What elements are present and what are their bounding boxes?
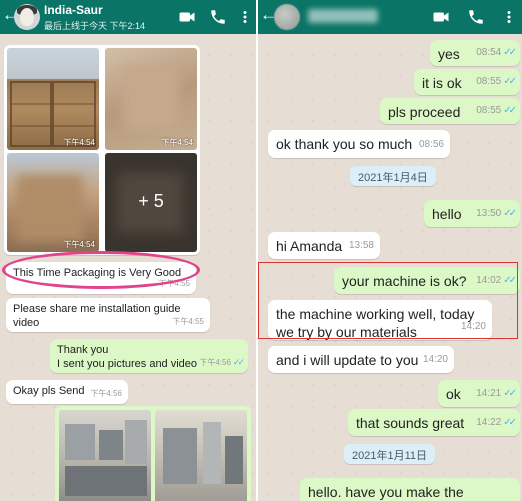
message-time: 13:50 bbox=[476, 208, 502, 219]
message-text: it is ok bbox=[422, 75, 462, 91]
double-check-icon: ✓✓ bbox=[232, 357, 245, 367]
message-time: 14:22 bbox=[476, 417, 502, 428]
message-outgoing[interactable]: yes 08:54 ✓✓ bbox=[430, 40, 520, 66]
highlight-ellipse bbox=[2, 251, 200, 289]
message-time: 08:54 bbox=[476, 47, 502, 58]
photo-time: 下午4:54 bbox=[63, 240, 95, 249]
double-check-icon: ✓✓ bbox=[503, 47, 517, 58]
video-call-icon[interactable] bbox=[432, 8, 450, 26]
message-meta: 08:55 ✓✓ bbox=[476, 102, 517, 120]
message-outgoing[interactable]: pls proceed 08:55 ✓✓ bbox=[380, 98, 520, 124]
photo-album[interactable]: 下午4:54 下午4:54 下午4:54 + 5 bbox=[4, 45, 200, 255]
photo-thumbnail[interactable] bbox=[59, 410, 151, 501]
message-time: 下午4:56 bbox=[90, 389, 122, 398]
message-text: hi Amanda bbox=[276, 238, 343, 254]
right-chat-panel: ← yes 08:54 ✓✓ it is ok 08:55 ✓✓ pls proce… bbox=[258, 0, 522, 501]
double-check-icon: ✓✓ bbox=[503, 76, 517, 87]
message-meta: 08:54 ✓✓ bbox=[476, 44, 517, 62]
message-incoming[interactable]: Okay pls Send 下午4:56 bbox=[6, 380, 128, 404]
message-text: yes bbox=[438, 46, 460, 62]
photo-machines bbox=[163, 422, 243, 484]
photo-thumbnail[interactable]: 下午4:54 bbox=[105, 48, 197, 150]
message-incoming[interactable]: Please share me installation guide video… bbox=[6, 298, 210, 332]
avatar-face bbox=[20, 8, 34, 26]
contact-avatar[interactable] bbox=[274, 4, 300, 30]
photo-crates bbox=[10, 81, 96, 147]
message-time: 下午4:56 bbox=[199, 358, 231, 367]
contact-avatar[interactable] bbox=[14, 4, 40, 30]
blurred-photo bbox=[17, 175, 83, 241]
message-outgoing[interactable]: that sounds great 14:22 ✓✓ bbox=[348, 409, 520, 436]
message-time: 13:58 bbox=[348, 240, 374, 251]
photo-thumbnail[interactable] bbox=[155, 410, 247, 501]
more-menu-icon[interactable] bbox=[238, 8, 252, 26]
double-check-icon: ✓✓ bbox=[503, 417, 517, 428]
message-meta: 13:50 ✓✓ bbox=[476, 205, 517, 223]
chat-header: ← India-Saur 最后上线于今天 下午2:14 bbox=[0, 0, 256, 34]
message-time: 14:20 bbox=[422, 354, 448, 365]
message-meta: 08:55 ✓✓ bbox=[476, 73, 517, 91]
message-incoming[interactable]: and i will update to you 14:20 bbox=[268, 346, 454, 373]
message-meta: 14:22 ✓✓ bbox=[476, 414, 517, 432]
date-separator: 2021年1月11日 bbox=[344, 444, 436, 464]
message-outgoing[interactable]: Thank you I sent you pictures and video … bbox=[50, 339, 248, 373]
blurred-photo bbox=[123, 66, 179, 130]
message-time: 14:21 bbox=[476, 388, 502, 399]
photo-thumbnail[interactable]: 下午4:54 bbox=[7, 153, 99, 252]
message-text: Okay pls Send bbox=[13, 385, 85, 397]
contact-name[interactable]: India-Saur bbox=[44, 3, 103, 17]
message-text: ok thank you so much bbox=[276, 136, 413, 152]
message-time: 08:55 bbox=[476, 105, 502, 116]
message-outgoing[interactable]: it is ok 08:55 ✓✓ bbox=[414, 69, 520, 95]
photo-album-outgoing[interactable] bbox=[55, 406, 251, 501]
message-text: that sounds great bbox=[356, 415, 465, 431]
message-time: 08:55 bbox=[476, 76, 502, 87]
message-time: 下午4:55 bbox=[172, 317, 204, 326]
double-check-icon: ✓✓ bbox=[503, 208, 517, 219]
photo-machines bbox=[65, 420, 147, 496]
message-text: and i will update to you bbox=[276, 352, 419, 368]
chat-header: ← bbox=[258, 0, 522, 34]
more-menu-icon[interactable] bbox=[502, 8, 516, 26]
video-call-icon[interactable] bbox=[178, 8, 196, 26]
more-photos-count: + 5 bbox=[138, 191, 164, 211]
message-meta: 下午4:56 ✓✓ bbox=[199, 355, 245, 370]
photo-time: 下午4:54 bbox=[63, 138, 95, 147]
phone-icon[interactable] bbox=[209, 8, 227, 26]
message-outgoing[interactable]: hello 13:50 ✓✓ bbox=[424, 200, 520, 227]
message-text: hello. have you make the bbox=[308, 484, 464, 500]
message-incoming[interactable]: ok thank you so much 08:56 bbox=[268, 130, 450, 158]
message-incoming[interactable]: hi Amanda 13:58 bbox=[268, 232, 380, 259]
more-photos-tile[interactable]: + 5 bbox=[105, 153, 197, 252]
contact-last-seen: 最后上线于今天 下午2:14 bbox=[44, 21, 146, 31]
message-outgoing[interactable]: ok 14:21 ✓✓ bbox=[438, 380, 520, 407]
message-text: ok bbox=[446, 386, 461, 402]
message-text: hello bbox=[432, 206, 462, 222]
highlight-box bbox=[258, 262, 518, 339]
message-meta: 14:21 ✓✓ bbox=[476, 385, 517, 403]
message-outgoing[interactable]: hello. have you make the bbox=[300, 478, 520, 501]
left-chat-panel: ← India-Saur 最后上线于今天 下午2:14 下午4:54 下午4:5… bbox=[0, 0, 256, 501]
date-separator: 2021年1月4日 bbox=[350, 166, 436, 186]
message-time: 08:56 bbox=[418, 139, 444, 150]
phone-icon[interactable] bbox=[467, 8, 485, 26]
double-check-icon: ✓✓ bbox=[503, 105, 517, 116]
double-check-icon: ✓✓ bbox=[503, 388, 517, 399]
redacted-contact-name bbox=[308, 9, 378, 23]
message-text: pls proceed bbox=[388, 104, 461, 120]
photo-time: 下午4:54 bbox=[161, 138, 193, 147]
photo-thumbnail[interactable]: 下午4:54 bbox=[7, 48, 99, 150]
message-text: Please share me installation guide video bbox=[13, 303, 181, 329]
